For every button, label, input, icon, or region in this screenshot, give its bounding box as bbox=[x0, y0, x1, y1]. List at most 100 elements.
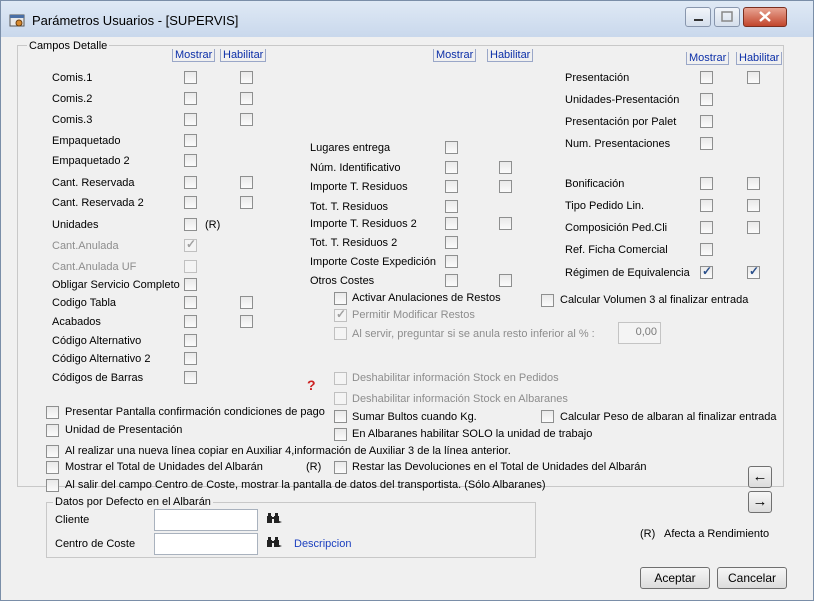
calcular-volumen-checkbox[interactable] bbox=[541, 294, 554, 307]
col1-habilitar-checkbox-2[interactable] bbox=[240, 113, 253, 126]
col1-mostrar-checkbox-14[interactable] bbox=[184, 352, 197, 365]
col3-mostrar-checkbox-8[interactable] bbox=[700, 264, 713, 279]
col1-label-5: Cant. Reservada bbox=[52, 177, 135, 189]
app-icon bbox=[9, 14, 25, 27]
next-button[interactable]: → bbox=[748, 491, 772, 513]
al-servir-percent-input[interactable]: 0,00 bbox=[618, 322, 661, 344]
col2-habilitar-checkbox-1[interactable] bbox=[499, 161, 512, 174]
cliente-search-button[interactable] bbox=[266, 512, 282, 527]
window-title: Parámetros Usuarios - [SUPERVIS] bbox=[32, 13, 239, 28]
col1-mostrar-checkbox-5[interactable] bbox=[184, 176, 197, 189]
close-window-button[interactable] bbox=[743, 7, 787, 27]
col2-label-0: Lugares entrega bbox=[310, 142, 391, 154]
centro-coste-input[interactable] bbox=[154, 533, 258, 555]
col2-habilitar-checkbox-4[interactable] bbox=[499, 217, 512, 230]
col3-habilitar-checkbox-5[interactable] bbox=[747, 199, 760, 212]
calcular-peso-checkbox[interactable] bbox=[541, 410, 554, 423]
col3-mostrar-checkbox-4[interactable] bbox=[700, 177, 713, 190]
col3-label-6: Composición Ped.Cli bbox=[565, 222, 668, 234]
col2-mostrar-checkbox-5[interactable] bbox=[445, 236, 458, 249]
restar-devoluciones-checkbox[interactable] bbox=[334, 461, 347, 474]
presentar-pantalla-label: Presentar Pantalla confirmación condicio… bbox=[65, 406, 325, 418]
al-salir-checkbox[interactable] bbox=[46, 479, 59, 492]
col1-mostrar-header: Mostrar bbox=[172, 49, 216, 62]
mostrar-total-r-marker: (R) bbox=[306, 461, 322, 473]
cancel-button[interactable]: Cancelar bbox=[717, 567, 787, 589]
col3-mostrar-checkbox-0[interactable] bbox=[700, 71, 713, 84]
dialog-window: Parámetros Usuarios - [SUPERVIS] Campos … bbox=[0, 0, 814, 601]
col1-label-10: Obligar Servicio Completo bbox=[52, 279, 180, 291]
col3-mostrar-checkbox-3[interactable] bbox=[700, 137, 713, 150]
col2-label-1: Núm. Identificativo bbox=[310, 162, 401, 174]
col3-mostrar-checkbox-5[interactable] bbox=[700, 199, 713, 212]
restar-devoluciones-label: Restar las Devoluciones en el Total de U… bbox=[352, 461, 647, 473]
col1-mostrar-checkbox-10[interactable] bbox=[184, 278, 197, 291]
cliente-input[interactable] bbox=[154, 509, 258, 531]
col2-habilitar-checkbox-7[interactable] bbox=[499, 274, 512, 287]
col1-mostrar-checkbox-3[interactable] bbox=[184, 134, 197, 147]
col1-habilitar-checkbox-5[interactable] bbox=[240, 176, 253, 189]
col1-mostrar-checkbox-9[interactable] bbox=[184, 260, 197, 273]
col1-habilitar-checkbox-6[interactable] bbox=[240, 196, 253, 209]
col3-habilitar-checkbox-0[interactable] bbox=[747, 71, 760, 84]
col1-habilitar-checkbox-0[interactable] bbox=[240, 71, 253, 84]
al-salir-label: Al salir del campo Centro de Coste, most… bbox=[65, 479, 546, 491]
col3-mostrar-checkbox-7[interactable] bbox=[700, 243, 713, 256]
previous-button[interactable]: ← bbox=[748, 466, 772, 488]
col2-mostrar-checkbox-2[interactable] bbox=[445, 180, 458, 193]
col1-mostrar-checkbox-4[interactable] bbox=[184, 154, 197, 167]
col1-mostrar-checkbox-11[interactable] bbox=[184, 296, 197, 309]
col3-mostrar-checkbox-6[interactable] bbox=[700, 221, 713, 234]
deshab-albaranes-checkbox[interactable] bbox=[334, 392, 347, 405]
col2-mostrar-checkbox-4[interactable] bbox=[445, 217, 458, 230]
col1-mostrar-checkbox-6[interactable] bbox=[184, 196, 197, 209]
col1-habilitar-checkbox-11[interactable] bbox=[240, 296, 253, 309]
col2-habilitar-checkbox-2[interactable] bbox=[499, 180, 512, 193]
sumar-bultos-checkbox[interactable] bbox=[334, 410, 347, 423]
deshab-pedidos-checkbox[interactable] bbox=[334, 372, 347, 385]
col1-habilitar-checkbox-1[interactable] bbox=[240, 92, 253, 105]
col1-mostrar-checkbox-2[interactable] bbox=[184, 113, 197, 126]
col3-label-5: Tipo Pedido Lin. bbox=[565, 200, 645, 212]
col1-mostrar-checkbox-8[interactable] bbox=[184, 237, 197, 252]
col3-habilitar-checkbox-8[interactable] bbox=[747, 264, 760, 279]
minimize-button[interactable] bbox=[685, 7, 711, 27]
col1-mostrar-checkbox-15[interactable] bbox=[184, 371, 197, 384]
permitir-modificar-checkbox[interactable] bbox=[334, 307, 347, 322]
col2-mostrar-checkbox-3[interactable] bbox=[445, 200, 458, 213]
col1-habilitar-checkbox-12[interactable] bbox=[240, 315, 253, 328]
legend-r-marker: (R) bbox=[640, 528, 656, 540]
col3-mostrar-checkbox-2[interactable] bbox=[700, 115, 713, 128]
col1-mostrar-checkbox-1[interactable] bbox=[184, 92, 197, 105]
help-icon[interactable]: ? bbox=[307, 377, 316, 393]
centro-coste-search-button[interactable] bbox=[266, 536, 282, 551]
title-bar[interactable]: Parámetros Usuarios - [SUPERVIS] bbox=[1, 1, 813, 37]
activar-anulaciones-checkbox[interactable] bbox=[334, 292, 347, 305]
col1-mostrar-checkbox-13[interactable] bbox=[184, 334, 197, 347]
col2-mostrar-checkbox-0[interactable] bbox=[445, 141, 458, 154]
close-icon bbox=[759, 11, 771, 22]
accept-button[interactable]: Aceptar bbox=[640, 567, 710, 589]
maximize-button[interactable] bbox=[714, 7, 740, 27]
col2-mostrar-checkbox-1[interactable] bbox=[445, 161, 458, 174]
calcular-volumen-label: Calcular Volumen 3 al finalizar entrada bbox=[560, 294, 749, 306]
col2-mostrar-checkbox-6[interactable] bbox=[445, 255, 458, 268]
col2-mostrar-checkbox-7[interactable] bbox=[445, 274, 458, 287]
col3-habilitar-checkbox-6[interactable] bbox=[747, 221, 760, 234]
col2-mostrar-header: Mostrar bbox=[433, 49, 477, 62]
al-realizar-checkbox[interactable] bbox=[46, 445, 59, 458]
en-albaranes-checkbox[interactable] bbox=[334, 428, 347, 441]
mostrar-total-label: Mostrar el Total de Unidades del Albarán bbox=[65, 461, 263, 473]
col1-label-4: Empaquetado 2 bbox=[52, 155, 130, 167]
col1-mostrar-checkbox-12[interactable] bbox=[184, 315, 197, 328]
mostrar-total-checkbox[interactable] bbox=[46, 461, 59, 474]
presentar-pantalla-checkbox[interactable] bbox=[46, 406, 59, 419]
unidad-presentacion-checkbox[interactable] bbox=[46, 424, 59, 437]
maximize-icon bbox=[721, 11, 733, 22]
col3-mostrar-checkbox-1[interactable] bbox=[700, 93, 713, 106]
al-servir-checkbox[interactable] bbox=[334, 327, 347, 340]
col3-label-3: Num. Presentaciones bbox=[565, 138, 671, 150]
col3-habilitar-checkbox-4[interactable] bbox=[747, 177, 760, 190]
col1-mostrar-checkbox-0[interactable] bbox=[184, 71, 197, 84]
col1-mostrar-checkbox-7[interactable] bbox=[184, 218, 197, 231]
